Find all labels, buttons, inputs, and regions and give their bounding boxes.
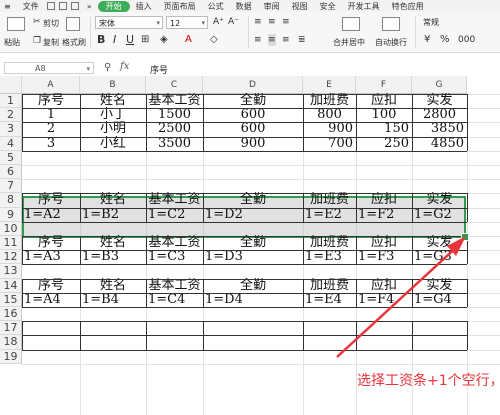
- annotation-arrow: [336, 236, 466, 358]
- spreadsheet-app: ≡ 文件 » 开始 插入 页面布局 公式 数据 审阅 视图 安全 开发工具 特色…: [0, 0, 500, 415]
- arrow-line: [336, 243, 461, 358]
- annotation-text: 选择工资条+1个空行，右下角下拉填充: [357, 373, 500, 389]
